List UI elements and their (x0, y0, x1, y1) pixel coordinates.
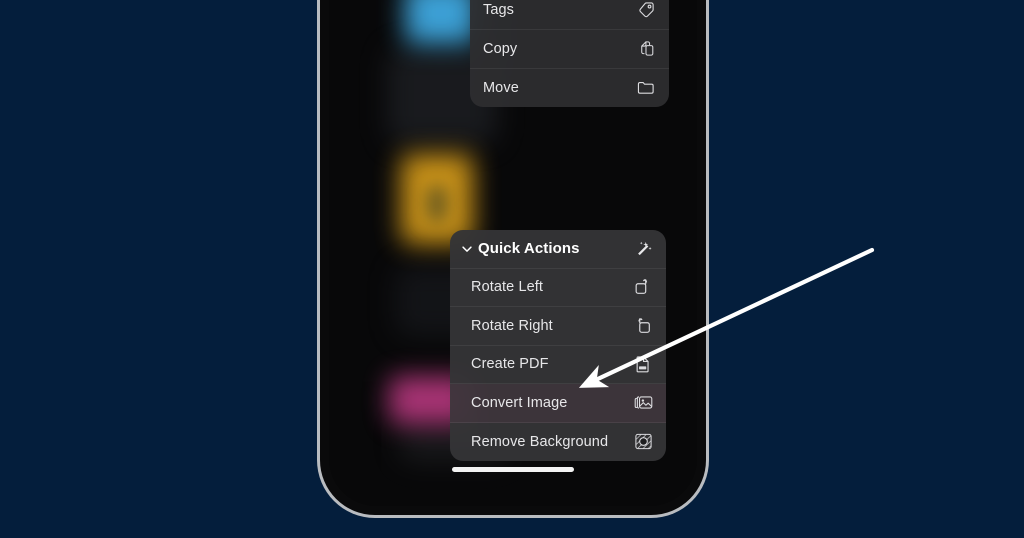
quick-action-label: Remove Background (471, 433, 609, 450)
menu-item-label: Move (483, 79, 519, 96)
quick-action-label: Convert Image (471, 394, 568, 411)
quick-actions-header[interactable]: Quick Actions (450, 230, 666, 269)
remove-background-icon (633, 432, 653, 452)
quick-action-label: Create PDF (471, 356, 549, 373)
quick-action-remove-background[interactable]: Remove Background (450, 423, 666, 462)
quick-actions-submenu: Quick Actions Rotate Left Rotate Right C… (450, 230, 666, 461)
home-indicator[interactable] (452, 467, 574, 472)
menu-item-move[interactable]: Move (470, 69, 669, 108)
file-thumbnail-blue (405, 0, 477, 44)
quick-action-create-pdf[interactable]: Create PDF (450, 346, 666, 384)
magic-wand-icon (633, 239, 653, 259)
quick-action-label: Rotate Left (471, 279, 544, 296)
menu-item-label: Copy (483, 40, 518, 57)
create-pdf-icon (633, 354, 653, 374)
copy-icon (636, 39, 656, 59)
iphone-mockup: Duplicate Quick Look (317, 0, 709, 518)
rotate-right-icon (633, 316, 653, 336)
chevron-down-icon (459, 243, 475, 255)
quick-actions-label: Quick Actions (478, 240, 580, 258)
convert-image-icon (633, 393, 653, 413)
quick-action-rotate-right[interactable]: Rotate Right (450, 307, 666, 346)
quick-action-convert-image[interactable]: Convert Image (450, 384, 666, 423)
menu-item-copy[interactable]: Copy (470, 30, 669, 69)
rotate-left-icon (633, 277, 653, 297)
menu-item-tags[interactable]: Tags (470, 0, 669, 30)
file-thumbnail-yellow-detail (427, 186, 447, 222)
quick-action-label: Rotate Right (471, 317, 553, 334)
quick-action-rotate-left[interactable]: Rotate Left (450, 269, 666, 307)
files-context-menu: Duplicate Quick Look (470, 0, 669, 107)
phone-inner-frame: Duplicate Quick Look (320, 0, 706, 515)
folder-icon (636, 78, 656, 98)
phone-screen: Duplicate Quick Look (329, 0, 697, 506)
menu-item-label: Tags (483, 2, 515, 19)
tag-icon (636, 0, 656, 20)
